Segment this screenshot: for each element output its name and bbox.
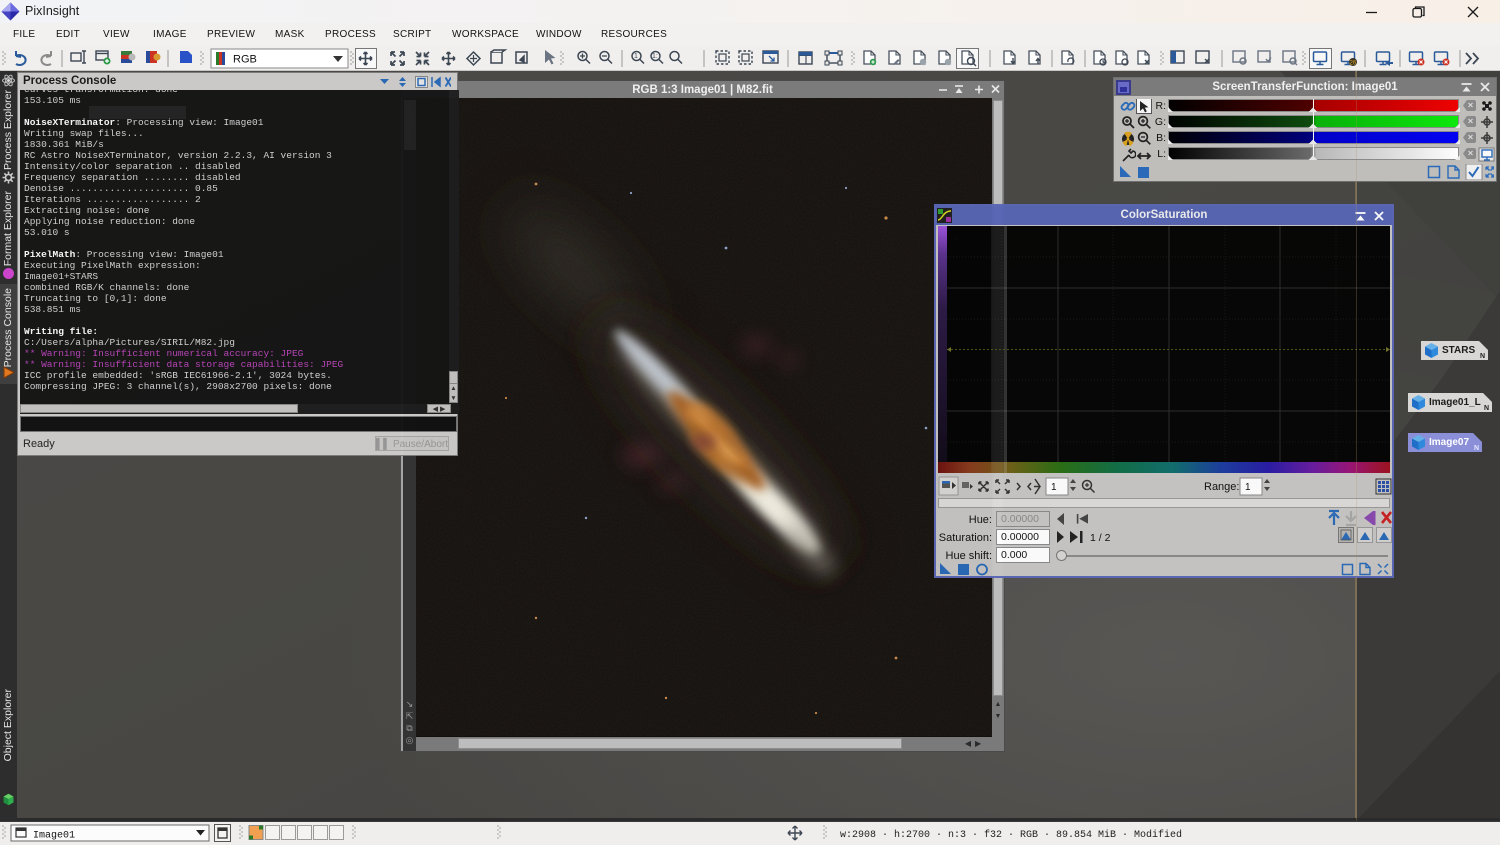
svg-text:1: 1 [1245,482,1251,493]
svg-text:1: 1 [1051,482,1057,493]
svg-text:Image01: Image01 [33,831,75,842]
svg-text:26: 26 [1350,61,1357,67]
svg-text:1:: 1: [652,53,658,60]
svg-text:1 / 2: 1 / 2 [1090,532,1111,544]
svg-text:1: 1 [634,53,638,60]
svg-text:Range:: Range: [1204,481,1239,493]
svg-text:w:2908 · h:2700 · n:3 · f32 ·: w:2908 · h:2700 · n:3 · f32 · RGB · 89.8… [840,829,1182,841]
svg-text:RGB: RGB [233,54,257,66]
